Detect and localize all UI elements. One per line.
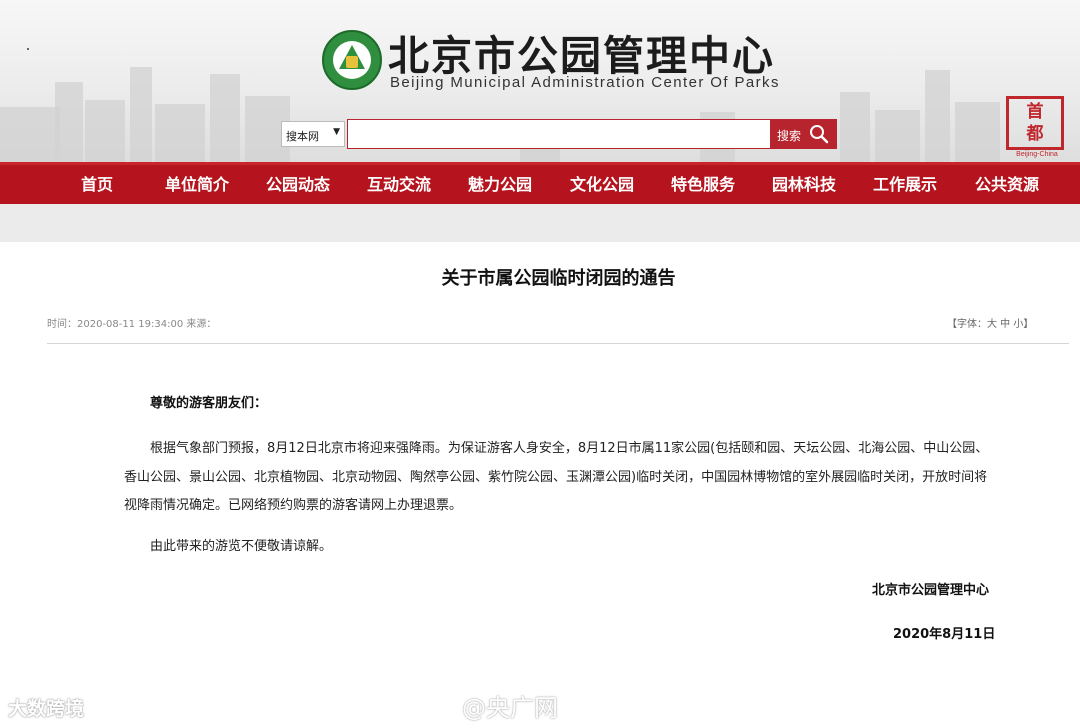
nav-item-services[interactable]: 特色服务: [671, 165, 735, 207]
header-dot: [27, 48, 29, 50]
nav-item-interaction[interactable]: 互动交流: [367, 165, 431, 207]
divider: [47, 343, 1069, 344]
nav-item-cultural-parks[interactable]: 文化公园: [570, 165, 634, 207]
seal-char-1: 首: [1026, 102, 1044, 122]
nav-item-about[interactable]: 单位简介: [165, 165, 229, 207]
search-button[interactable]: 搜索: [771, 119, 837, 149]
nav-item-charming-parks[interactable]: 魅力公园: [468, 165, 532, 207]
dropdown-arrow-icon: ▼: [333, 127, 340, 137]
search-button-label: 搜索: [777, 129, 802, 143]
site-header: 北京市公园管理中心 Beijing Municipal Administrati…: [0, 0, 1080, 162]
nav-item-work-display[interactable]: 工作展示: [873, 165, 937, 207]
site-title: 北京市公园管理中心: [388, 32, 775, 80]
article-body: 根据气象部门预报，8月12日北京市将迎来强降雨。为保证游客人身安全，8月12日市…: [124, 441, 989, 513]
seal-caption: Beijing-China: [1016, 151, 1058, 158]
site-subtitle: Beijing Municipal Administration Center …: [390, 74, 780, 91]
article-signature: 北京市公园管理中心: [872, 583, 990, 598]
nav-item-park-news[interactable]: 公园动态: [266, 165, 330, 207]
search-icon: [810, 125, 829, 144]
search-scope-value: 搜本网: [286, 130, 319, 143]
nav-item-home[interactable]: 首页: [81, 165, 113, 207]
main-nav: 首页 单位简介 公园动态 互动交流 魅力公园 文化公园 特色服务 园林科技 工作…: [0, 162, 1080, 204]
article-date: 2020年8月11日: [893, 627, 996, 642]
search-scope-select[interactable]: 搜本网 ▼: [281, 121, 345, 147]
nav-item-public-resources[interactable]: 公共资源: [975, 165, 1039, 207]
watermark-center: @央广网: [462, 694, 558, 722]
article-closing: 由此带来的游览不便敬请谅解。: [150, 539, 333, 554]
search-input[interactable]: [347, 119, 771, 149]
nav-item-garden-tech[interactable]: 园林科技: [772, 165, 836, 207]
watermark-left: 大数跨境: [8, 698, 85, 720]
nav-shadow-band: [0, 204, 1080, 242]
font-size-switch[interactable]: 【字体：大 中 小】: [947, 315, 1033, 330]
seal-char-2: 都: [1026, 124, 1044, 144]
article-title: 关于市属公园临时闭园的通告: [441, 268, 676, 289]
parks-logo-icon[interactable]: [322, 30, 382, 90]
capital-seal-icon: 首 都 Beijing-China: [1004, 96, 1068, 162]
article-greeting: 尊敬的游客朋友们：: [150, 396, 268, 411]
article-meta: 时间：2020-08-11 19:34:00 来源：: [47, 319, 217, 330]
